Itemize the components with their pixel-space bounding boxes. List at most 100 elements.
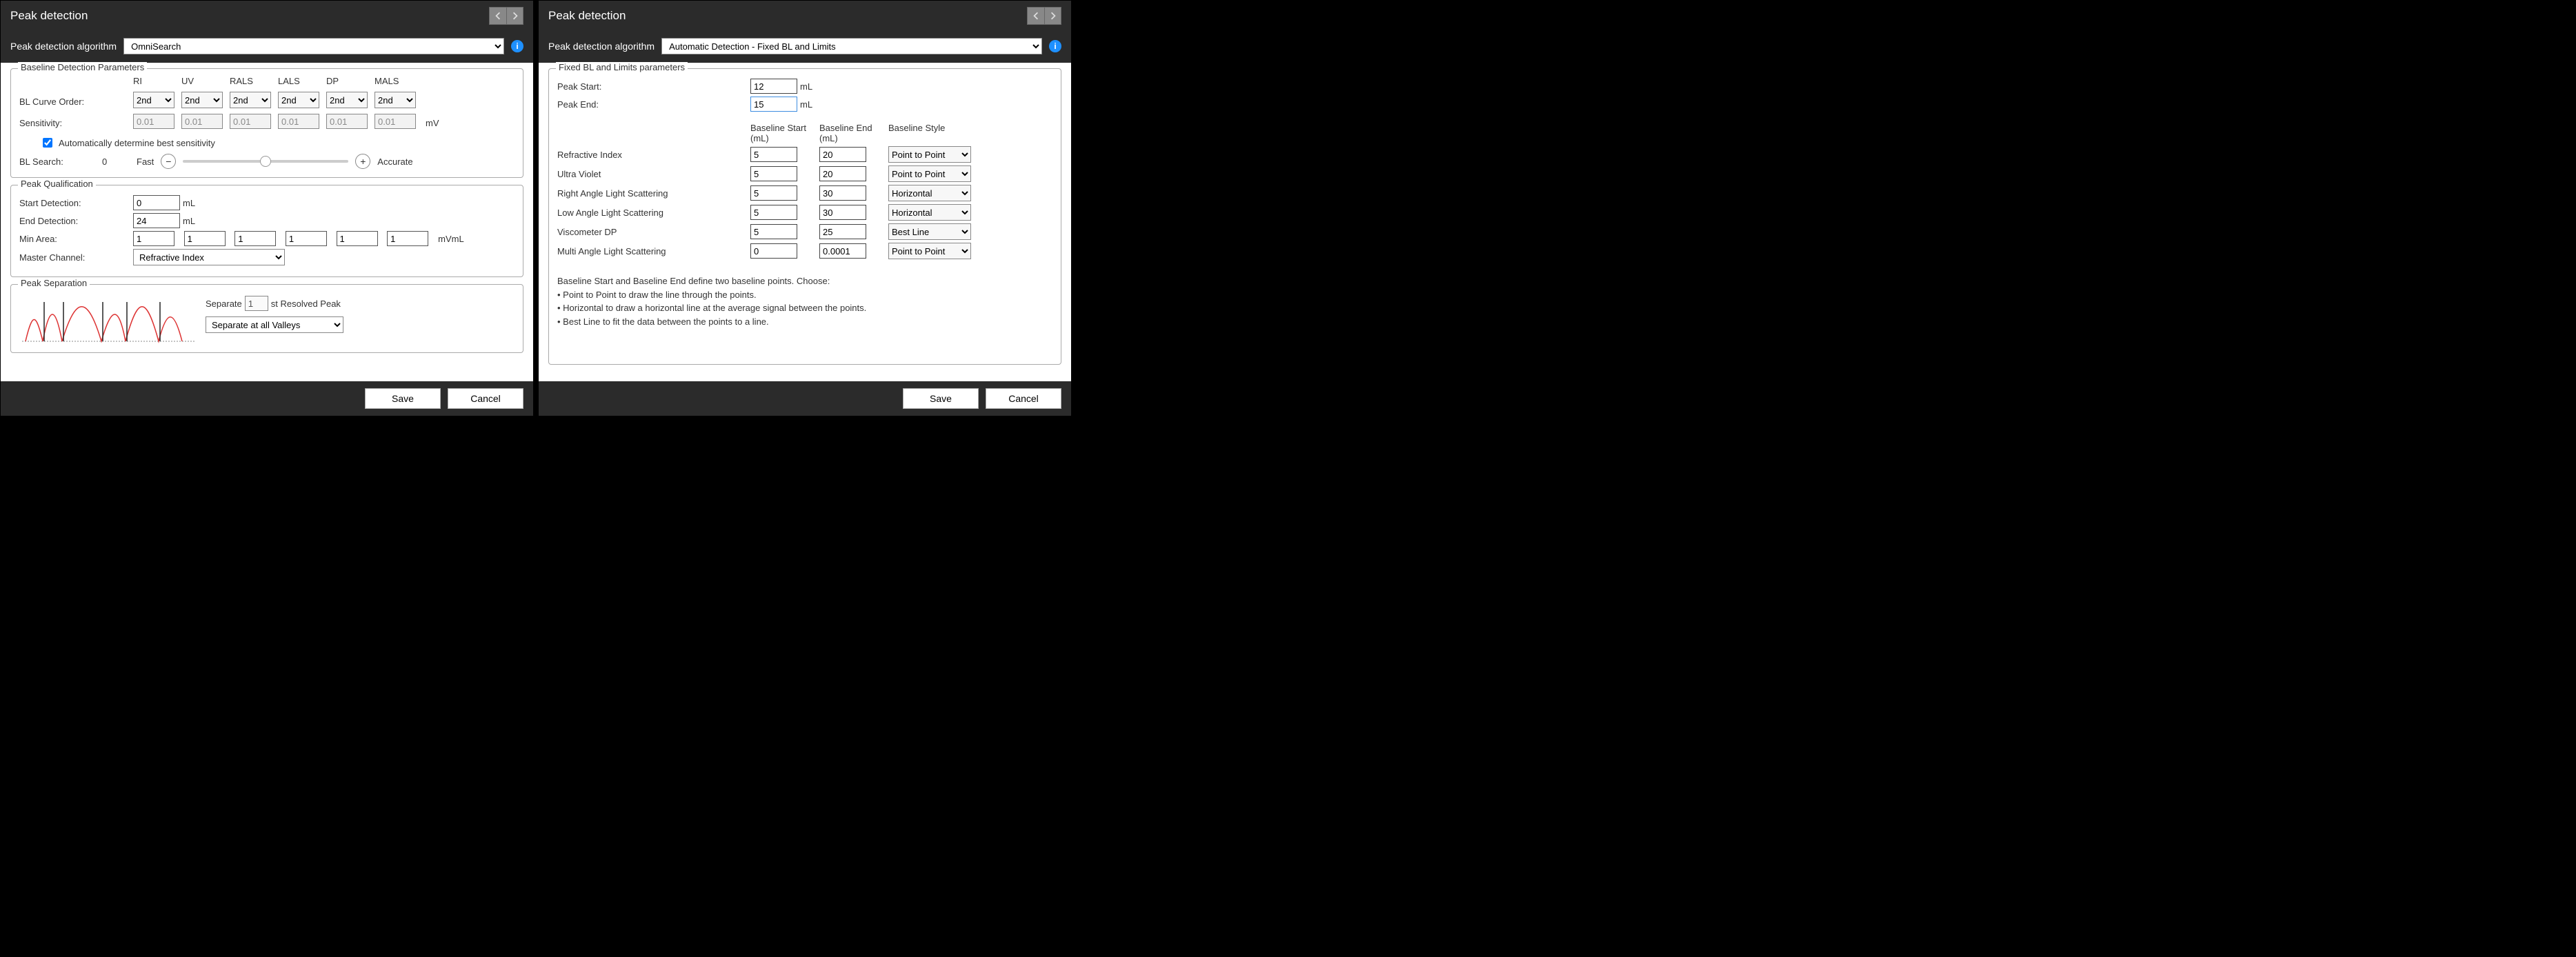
peak-end-input[interactable] <box>750 97 797 112</box>
baseline-style-select[interactable]: Horizontal <box>888 204 971 221</box>
min-area-lals[interactable] <box>286 231 327 246</box>
baseline-end-input[interactable] <box>819 243 866 259</box>
fixedbl-legend: Fixed BL and Limits parameters <box>556 62 688 72</box>
start-detection-label: Start Detection: <box>19 198 133 208</box>
button-bar: Save Cancel <box>1 381 533 416</box>
nav-next-button[interactable] <box>1044 8 1061 24</box>
bl-order-dp[interactable]: 2nd <box>326 92 368 108</box>
nav-prev-button[interactable] <box>490 8 506 24</box>
save-button[interactable]: Save <box>365 388 441 409</box>
auto-sensitivity-label: Automatically determine best sensitivity <box>59 138 215 148</box>
baseline-group: Baseline Detection Parameters RI UV RALS… <box>10 68 523 178</box>
sensitivity-unit: mV <box>426 118 439 128</box>
slider-plus-button[interactable]: + <box>355 154 370 169</box>
baseline-end-input[interactable] <box>819 205 866 220</box>
min-area-dp[interactable] <box>337 231 378 246</box>
button-bar: Save Cancel <box>539 381 1071 416</box>
slider-minus-button[interactable]: − <box>161 154 176 169</box>
bl-search-slider[interactable] <box>183 160 348 163</box>
separation-mode-select[interactable]: Separate at all Valleys <box>206 316 343 333</box>
col-dp: DP <box>326 76 375 89</box>
help-line-4: • Best Line to fit the data between the … <box>557 315 1052 329</box>
baseline-start-input[interactable] <box>750 205 797 220</box>
peakq-legend: Peak Qualification <box>18 179 96 189</box>
body-area: Baseline Detection Parameters RI UV RALS… <box>1 63 533 381</box>
min-area-rals[interactable] <box>234 231 276 246</box>
bl-order-ri[interactable]: 2nd <box>133 92 174 108</box>
algorithm-select-wrap: OmniSearch <box>123 38 504 54</box>
baseline-start-input[interactable] <box>750 185 797 201</box>
baseline-style-select[interactable]: Point to Point <box>888 243 971 259</box>
fixedbl-group: Fixed BL and Limits parameters Peak Star… <box>548 68 1061 365</box>
end-detection-unit: mL <box>183 216 195 226</box>
sep-legend: Peak Separation <box>18 278 90 288</box>
channel-row: Low Angle Light ScatteringHorizontal <box>557 204 1052 221</box>
baseline-style-select[interactable]: Horizontal <box>888 185 971 201</box>
bl-order-uv[interactable]: 2nd <box>181 92 223 108</box>
bl-curve-order-row: BL Curve Order: 2nd 2nd 2nd 2nd 2nd 2nd <box>19 92 515 111</box>
col-rals: RALS <box>230 76 278 89</box>
auto-sensitivity-row: Automatically determine best sensitivity <box>40 136 515 150</box>
baseline-style-select[interactable]: Point to Point <box>888 146 971 163</box>
channel-name: Viscometer DP <box>557 227 750 237</box>
info-icon[interactable]: i <box>511 40 523 52</box>
help-text: Baseline Start and Baseline End define t… <box>557 274 1052 328</box>
bl-order-rals[interactable]: 2nd <box>230 92 271 108</box>
channel-row: Ultra VioletPoint to Point <box>557 165 1052 182</box>
baseline-end-input[interactable] <box>819 185 866 201</box>
save-button[interactable]: Save <box>903 388 979 409</box>
separate-post: st Resolved Peak <box>271 299 341 309</box>
sens-rals <box>230 114 271 129</box>
nav-prev-button[interactable] <box>1028 8 1044 24</box>
baseline-style-select[interactable]: Best Line <box>888 223 971 240</box>
start-detection-unit: mL <box>183 198 195 208</box>
min-area-uv[interactable] <box>184 231 226 246</box>
nav-next-button[interactable] <box>506 8 523 24</box>
help-line-2: • Point to Point to draw the line throug… <box>557 288 1052 302</box>
sens-lals <box>278 114 319 129</box>
master-channel-select[interactable]: Refractive Index <box>133 249 285 265</box>
algorithm-select[interactable]: Automatic Detection - Fixed BL and Limit… <box>661 38 1042 54</box>
start-detection-input[interactable] <box>133 195 180 210</box>
min-area-mals[interactable] <box>387 231 428 246</box>
bl-curve-order-label: BL Curve Order: <box>19 97 133 107</box>
algorithm-label: Peak detection algorithm <box>10 41 117 52</box>
col-mals: MALS <box>375 76 423 89</box>
bl-search-value: 0 <box>102 157 130 167</box>
separate-index-input <box>245 296 268 311</box>
col-ri: RI <box>133 76 181 89</box>
cancel-button[interactable]: Cancel <box>986 388 1061 409</box>
cancel-button[interactable]: Cancel <box>448 388 523 409</box>
baseline-start-input[interactable] <box>750 147 797 162</box>
bl-order-mals[interactable]: 2nd <box>375 92 416 108</box>
baseline-legend: Baseline Detection Parameters <box>18 62 147 72</box>
channel-row: Refractive IndexPoint to Point <box>557 146 1052 163</box>
baseline-end-input[interactable] <box>819 166 866 181</box>
algorithm-select[interactable]: OmniSearch <box>123 38 504 54</box>
baseline-end-input[interactable] <box>819 224 866 239</box>
end-detection-input[interactable] <box>133 213 180 228</box>
dialog-title: Peak detection <box>10 9 489 23</box>
min-area-label: Min Area: <box>19 234 133 244</box>
sens-ri <box>133 114 174 129</box>
peak-end-label: Peak End: <box>557 99 750 110</box>
baseline-start-input[interactable] <box>750 166 797 181</box>
peak-separation-graphic <box>19 296 192 344</box>
auto-sensitivity-checkbox[interactable] <box>43 138 52 148</box>
bl-order-lals[interactable]: 2nd <box>278 92 319 108</box>
sensitivity-label: Sensitivity: <box>19 118 133 128</box>
peak-start-input[interactable] <box>750 79 797 94</box>
peak-start-label: Peak Start: <box>557 81 750 92</box>
col-baseline-start: Baseline Start (mL) <box>750 123 819 143</box>
baseline-start-input[interactable] <box>750 243 797 259</box>
info-icon[interactable]: i <box>1049 40 1061 52</box>
baseline-start-input[interactable] <box>750 224 797 239</box>
baseline-end-input[interactable] <box>819 147 866 162</box>
slider-accurate-label: Accurate <box>377 157 412 167</box>
body-area: Fixed BL and Limits parameters Peak Star… <box>539 63 1071 381</box>
col-uv: UV <box>181 76 230 89</box>
min-area-ri[interactable] <box>133 231 174 246</box>
title-bar: Peak detection <box>539 1 1071 31</box>
slider-thumb[interactable] <box>260 156 271 167</box>
baseline-style-select[interactable]: Point to Point <box>888 165 971 182</box>
